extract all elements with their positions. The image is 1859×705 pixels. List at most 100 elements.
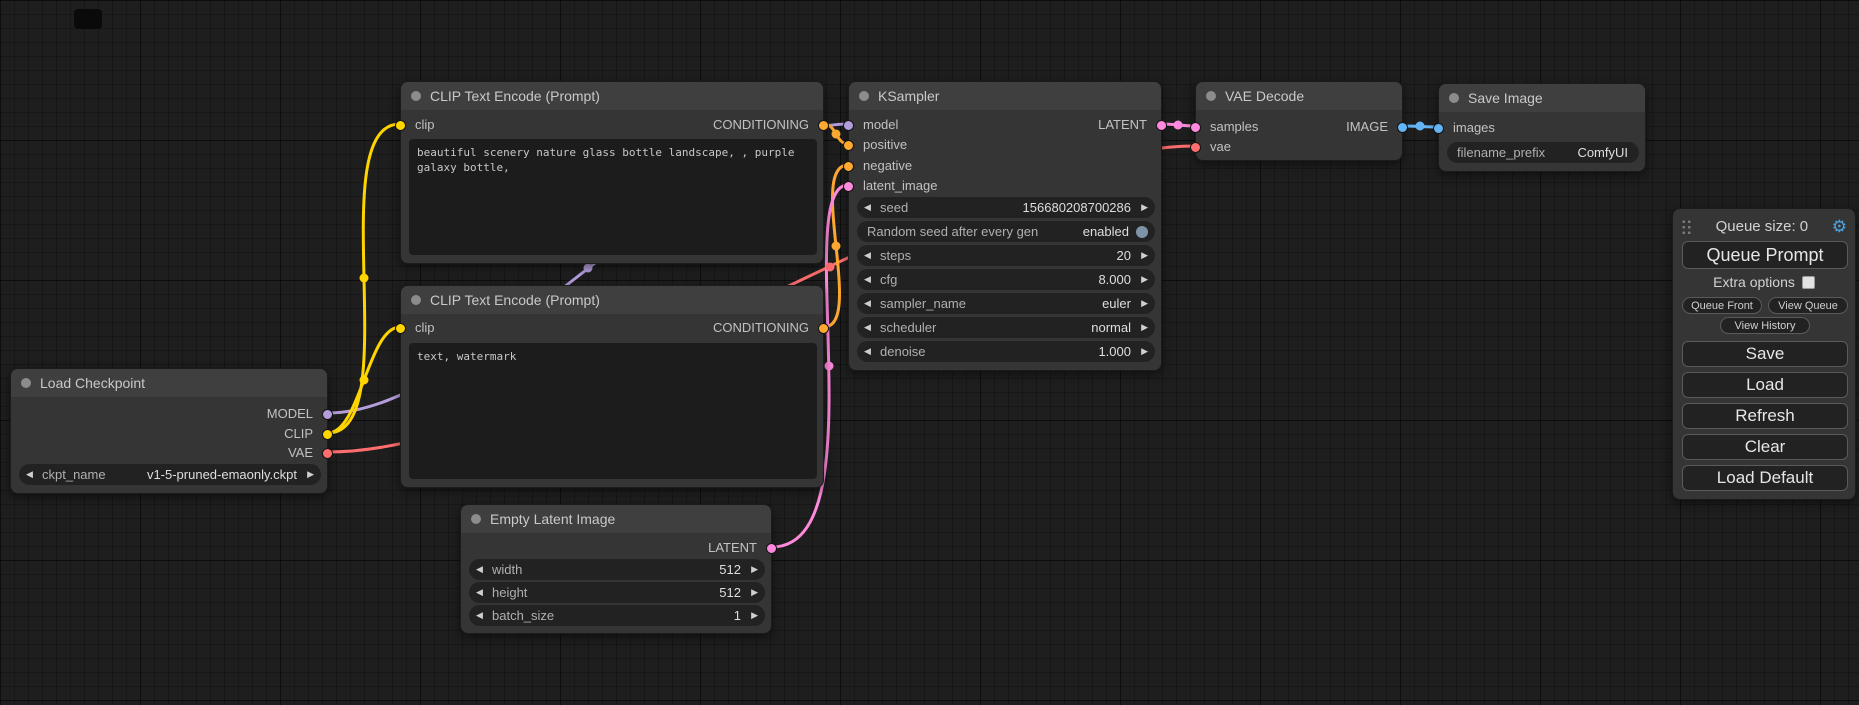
node-title-bar[interactable]: CLIP Text Encode (Prompt)	[401, 286, 823, 314]
input-slot-clip[interactable]	[395, 323, 406, 334]
scheduler-widget[interactable]: ◀ scheduler normal ▶	[857, 317, 1155, 338]
settings-gear-icon[interactable]: ⚙	[1832, 218, 1847, 235]
input-slot-positive[interactable]	[843, 140, 854, 151]
widget-value: enabled	[1042, 224, 1129, 239]
negative-prompt-textarea[interactable]: text, watermark	[409, 343, 817, 479]
output-slot-conditioning[interactable]	[818, 120, 829, 131]
input-slot-vae[interactable]	[1190, 142, 1201, 153]
seed-widget[interactable]: ◀ seed 156680208700286 ▶	[857, 197, 1155, 218]
widget-value: 20	[915, 248, 1131, 263]
decrement-arrow-icon[interactable]: ◀	[26, 464, 39, 485]
input-slot-latent-image[interactable]	[843, 181, 854, 192]
increment-arrow-icon[interactable]: ▶	[745, 559, 758, 580]
input-slot-images[interactable]	[1433, 123, 1444, 134]
output-slot-latent[interactable]	[766, 543, 777, 554]
boolean-toggle-icon[interactable]	[1136, 226, 1148, 238]
node-title-bar[interactable]: VAE Decode	[1196, 82, 1402, 110]
decrement-arrow-icon[interactable]: ◀	[864, 245, 877, 266]
queue-prompt-button[interactable]: Queue Prompt	[1682, 241, 1848, 269]
height-widget[interactable]: ◀ height 512 ▶	[469, 582, 765, 603]
input-slot-samples[interactable]	[1190, 122, 1201, 133]
increment-arrow-icon[interactable]: ▶	[1135, 269, 1148, 290]
clear-button[interactable]: Clear	[1682, 434, 1848, 460]
queue-front-button[interactable]: Queue Front	[1682, 297, 1762, 314]
denoise-widget[interactable]: ◀ denoise 1.000 ▶	[857, 341, 1155, 362]
filename-prefix-widget[interactable]: filename_prefix ComfyUI	[1447, 142, 1639, 163]
node-empty-latent-image[interactable]: Empty Latent Image LATENT ◀ width 512 ▶ …	[460, 504, 772, 634]
collapse-toggle-icon[interactable]	[21, 378, 31, 388]
collapse-toggle-icon[interactable]	[1449, 93, 1459, 103]
input-slot-negative[interactable]	[843, 161, 854, 172]
widget-label: denoise	[880, 344, 926, 359]
extra-options-checkbox[interactable]	[1802, 276, 1815, 289]
collapse-toggle-icon[interactable]	[411, 91, 421, 101]
node-vae-decode[interactable]: VAE Decode samples vae IMAGE	[1195, 81, 1403, 161]
collapse-toggle-icon[interactable]	[471, 514, 481, 524]
positive-prompt-textarea[interactable]: beautiful scenery nature glass bottle la…	[409, 139, 817, 255]
decrement-arrow-icon[interactable]: ◀	[476, 559, 489, 580]
node-title-bar[interactable]: Empty Latent Image	[461, 505, 771, 533]
input-label-negative: negative	[863, 156, 912, 176]
widget-value: 512	[526, 562, 741, 577]
node-save-image[interactable]: Save Image images filename_prefix ComfyU…	[1438, 83, 1646, 172]
decrement-arrow-icon[interactable]: ◀	[476, 582, 489, 603]
collapse-toggle-icon[interactable]	[859, 91, 869, 101]
node-graph-canvas[interactable]: Load Checkpoint MODEL CLIP VAE ◀ ckpt_na…	[0, 0, 1859, 705]
output-slot-latent[interactable]	[1156, 120, 1167, 131]
collapse-toggle-icon[interactable]	[1206, 91, 1216, 101]
node-clip-text-encode-negative[interactable]: CLIP Text Encode (Prompt) clip CONDITION…	[400, 285, 824, 488]
node-load-checkpoint[interactable]: Load Checkpoint MODEL CLIP VAE ◀ ckpt_na…	[10, 368, 328, 494]
random-seed-widget[interactable]: Random seed after every gen enabled	[857, 221, 1155, 242]
output-slot-conditioning[interactable]	[818, 323, 829, 334]
drag-handle-icon[interactable]	[1681, 218, 1692, 234]
output-label-image: IMAGE	[1346, 117, 1388, 137]
increment-arrow-icon[interactable]: ▶	[301, 464, 314, 485]
output-slot-vae[interactable]	[322, 448, 333, 459]
node-title-bar[interactable]: KSampler	[849, 82, 1161, 110]
widget-label: cfg	[880, 272, 897, 287]
width-widget[interactable]: ◀ width 512 ▶	[469, 559, 765, 580]
widget-value: 1	[558, 608, 741, 623]
node-clip-text-encode-positive[interactable]: CLIP Text Encode (Prompt) clip CONDITION…	[400, 81, 824, 264]
widget-value: 512	[531, 585, 741, 600]
load-default-button[interactable]: Load Default	[1682, 465, 1848, 491]
increment-arrow-icon[interactable]: ▶	[745, 582, 758, 603]
decrement-arrow-icon[interactable]: ◀	[864, 293, 877, 314]
sampler-name-widget[interactable]: ◀ sampler_name euler ▶	[857, 293, 1155, 314]
save-button[interactable]: Save	[1682, 341, 1848, 367]
node-title-bar[interactable]: Save Image	[1439, 84, 1645, 112]
increment-arrow-icon[interactable]: ▶	[1135, 341, 1148, 362]
increment-arrow-icon[interactable]: ▶	[1135, 293, 1148, 314]
decrement-arrow-icon[interactable]: ◀	[864, 269, 877, 290]
steps-widget[interactable]: ◀ steps 20 ▶	[857, 245, 1155, 266]
input-slot-model[interactable]	[843, 120, 854, 131]
decrement-arrow-icon[interactable]: ◀	[864, 197, 877, 218]
wire-midpoint-dot	[1416, 122, 1425, 131]
node-title-bar[interactable]: Load Checkpoint	[11, 369, 327, 397]
output-slot-clip[interactable]	[322, 429, 333, 440]
output-slot-image[interactable]	[1397, 122, 1408, 133]
input-slot-clip[interactable]	[395, 120, 406, 131]
widget-label: filename_prefix	[1457, 145, 1545, 160]
wire-clip-negative	[328, 327, 400, 433]
increment-arrow-icon[interactable]: ▶	[1135, 317, 1148, 338]
output-slot-model[interactable]	[322, 409, 333, 420]
decrement-arrow-icon[interactable]: ◀	[476, 605, 489, 626]
increment-arrow-icon[interactable]: ▶	[1135, 197, 1148, 218]
view-queue-button[interactable]: View Queue	[1768, 297, 1848, 314]
view-history-button[interactable]: View History	[1720, 317, 1810, 334]
batch-size-widget[interactable]: ◀ batch_size 1 ▶	[469, 605, 765, 626]
ckpt-name-widget[interactable]: ◀ ckpt_name v1-5-pruned-emaonly.ckpt ▶	[19, 464, 321, 485]
decrement-arrow-icon[interactable]: ◀	[864, 317, 877, 338]
wire-midpoint-dot	[832, 242, 841, 251]
node-ksampler[interactable]: KSampler model positive negative latent_…	[848, 81, 1162, 371]
collapse-toggle-icon[interactable]	[411, 295, 421, 305]
increment-arrow-icon[interactable]: ▶	[1135, 245, 1148, 266]
node-title-bar[interactable]: CLIP Text Encode (Prompt)	[401, 82, 823, 110]
increment-arrow-icon[interactable]: ▶	[745, 605, 758, 626]
load-button[interactable]: Load	[1682, 372, 1848, 398]
refresh-button[interactable]: Refresh	[1682, 403, 1848, 429]
decrement-arrow-icon[interactable]: ◀	[864, 341, 877, 362]
cfg-widget[interactable]: ◀ cfg 8.000 ▶	[857, 269, 1155, 290]
extra-options-row: Extra options	[1673, 273, 1855, 291]
